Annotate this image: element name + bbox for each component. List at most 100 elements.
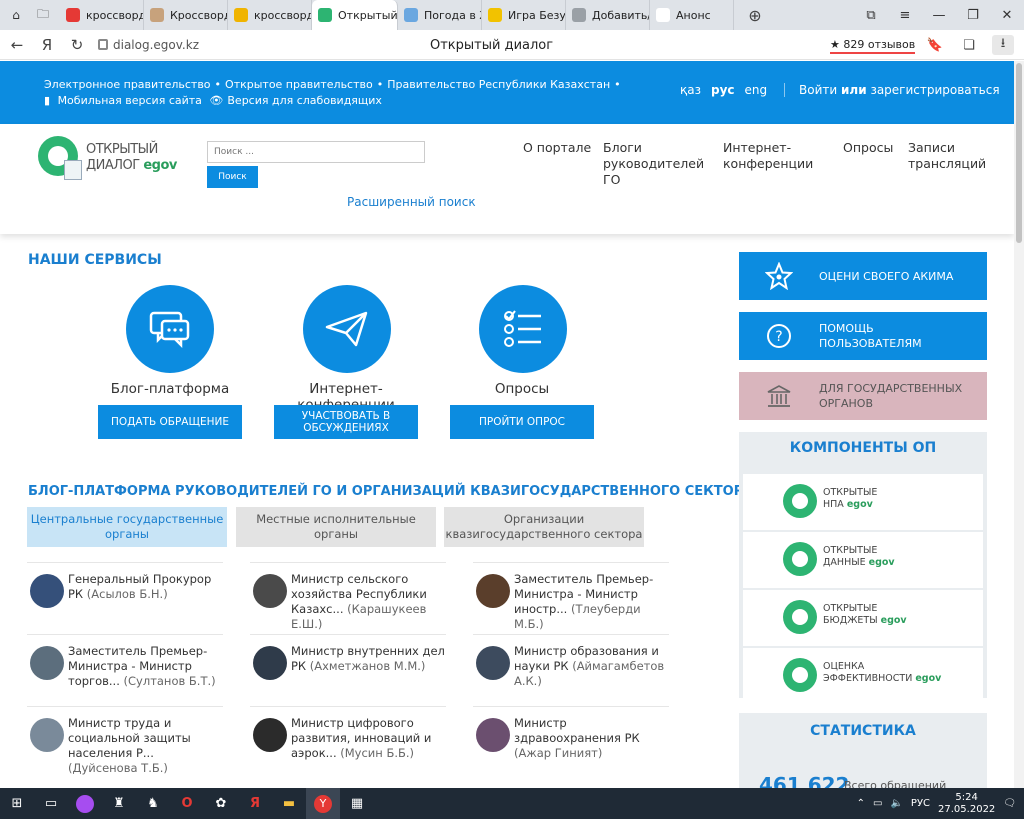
lang-kaz[interactable]: қаз	[680, 83, 701, 97]
chat-icon[interactable]	[126, 285, 214, 373]
gov-bodies-button[interactable]: ДЛЯ ГОСУДАРСТВЕННЫХ ОРГАНОВ	[739, 372, 987, 420]
advanced-search-link[interactable]: Расширенный поиск	[347, 195, 476, 209]
person-card[interactable]: Министр здравоохранения РК (Ажар Гиният)	[473, 706, 669, 761]
person-card[interactable]: Министр внутренних дел РК (Ахметжанов М.…	[250, 634, 446, 680]
browser-tab[interactable]: Игра Безум	[482, 0, 566, 30]
minimize-icon[interactable]: —	[922, 8, 956, 23]
component-egov: egov	[846, 499, 873, 510]
app-icon[interactable]: ▦	[340, 788, 374, 819]
component-line2: ДАННЫЕ	[823, 557, 866, 568]
component-link[interactable]: ОТКРЫТЫЕ БЮДЖЕТЫ egov	[743, 590, 983, 646]
tab-favicon-icon	[488, 8, 502, 22]
url-field[interactable]: dialog.egov.kz	[98, 38, 199, 52]
back-icon[interactable]: ←	[4, 36, 30, 54]
task-view-icon[interactable]: ▭	[34, 788, 68, 819]
folder-icon[interactable]: 🗀	[32, 4, 54, 26]
tab-quasi[interactable]: Организации квазигосударственного сектор…	[444, 507, 644, 547]
gov-link[interactable]: Открытое правительство	[225, 78, 373, 91]
help-button[interactable]: ? ПОМОЩЬ ПОЛЬЗОВАТЕЛЯМ	[739, 312, 987, 360]
browser-tab[interactable]: Кроссворды	[144, 0, 228, 30]
person-name: (Ажар Гиният)	[514, 746, 603, 760]
lang-rus[interactable]: рус	[711, 83, 735, 97]
person-card[interactable]: Министр цифрового развития, инноваций и …	[250, 706, 446, 761]
close-icon[interactable]: ✕	[990, 8, 1024, 23]
person-text: Заместитель Премьер-Министра - Министр т…	[68, 644, 223, 689]
component-egov: egov	[880, 615, 907, 626]
site-logo[interactable]: ОТКРЫТЫЙ ДИАЛОГ egov	[38, 136, 188, 184]
browser-tabbar: ⌂ 🗀 кроссвордыКроссвордыкроссвордыОткрыт…	[0, 0, 1024, 30]
menu-icon[interactable]: ≡	[888, 8, 922, 23]
scrollbar-thumb[interactable]	[1016, 63, 1022, 243]
tab-local[interactable]: Местные исполнительные органы	[236, 507, 436, 547]
browser-tab[interactable]: Добавить/у	[566, 0, 650, 30]
explorer-icon[interactable]: ▬	[272, 788, 306, 819]
person-name: (Асылов Б.Н.)	[86, 587, 168, 601]
component-link[interactable]: ОТКРЫТЫЕ НПА egov	[743, 474, 983, 530]
tabs-icon[interactable]: ⧉	[854, 8, 888, 23]
chevron-up-icon[interactable]: ⌃	[857, 798, 865, 809]
tab-central[interactable]: Центральные государственные органы	[27, 507, 227, 547]
phone-icon: ▮	[44, 94, 51, 107]
browser-tab[interactable]: Анонс	[650, 0, 734, 30]
nav-broadcasts[interactable]: Записи трансляций	[908, 140, 988, 172]
component-link[interactable]: ОЦЕНКА ЭФФЕКТИВНОСТИ egov	[743, 648, 983, 704]
yandex-taskbar-icon[interactable]: Я	[238, 788, 272, 819]
nav-blogs[interactable]: Блоги руководителей ГО	[603, 140, 704, 188]
lang-eng[interactable]: eng	[745, 83, 768, 97]
browser-tab[interactable]: Погода в Ж	[398, 0, 482, 30]
game-app-icon[interactable]: ♜	[102, 788, 136, 819]
network-icon[interactable]: ▭	[873, 798, 882, 809]
restore-icon[interactable]: ❐	[956, 8, 990, 23]
search-input[interactable]	[207, 141, 425, 163]
page-scrollbar[interactable]	[1014, 61, 1024, 788]
gov-link[interactable]: Правительство Республики Казахстан	[387, 78, 610, 91]
bookmark-icon[interactable]: 🔖	[924, 35, 946, 55]
participate-discussions-button[interactable]: УЧАСТВОВАТЬ В ОБСУЖДЕНИЯХ	[274, 405, 418, 439]
opera-icon[interactable]: O	[170, 788, 204, 819]
browser-tab[interactable]: кроссворды	[60, 0, 144, 30]
person-card[interactable]: Генеральный Прокурор РК (Асылов Б.Н.)	[27, 562, 223, 608]
new-tab-button[interactable]: ⊕	[742, 4, 768, 26]
alice-icon[interactable]	[68, 788, 102, 819]
film-icon[interactable]: ✿	[204, 788, 238, 819]
avatar	[476, 574, 510, 608]
logo-text-1: ОТКРЫТЫЙ	[86, 142, 158, 157]
yandex-home-icon[interactable]: ⌂	[5, 4, 27, 26]
accessible-version-link[interactable]: Версия для слабовидящих	[227, 94, 382, 107]
windows-taskbar: ⊞ ▭ ♜ ♞ O ✿ Я ▬ Y ▦ ⌃ ▭ 🔈 РУС 5:24 27.05…	[0, 788, 1024, 819]
browser-tab[interactable]: кроссворды	[228, 0, 312, 30]
windows-start-icon[interactable]: ⊞	[0, 788, 34, 819]
nav-conferences[interactable]: Интернет-конференции	[723, 140, 813, 172]
nav-about[interactable]: О портале	[523, 140, 603, 156]
reviews-badge[interactable]: ★ 829 отзывов	[830, 38, 916, 54]
mobile-version-link[interactable]: Мобильная версия сайта	[58, 94, 202, 107]
game-app-2-icon[interactable]: ♞	[136, 788, 170, 819]
volume-icon[interactable]: 🔈	[890, 798, 902, 809]
reload-icon[interactable]: ↻	[64, 36, 90, 54]
person-card[interactable]: Министр сельского хозяйства Республики К…	[250, 562, 446, 632]
checklist-icon[interactable]	[479, 285, 567, 373]
clock[interactable]: 5:24 27.05.2022	[938, 792, 995, 816]
paper-plane-icon[interactable]	[303, 285, 391, 373]
login-link[interactable]: Войти	[799, 83, 837, 97]
register-link[interactable]: зарегистрироваться	[870, 83, 999, 97]
component-link[interactable]: ОТКРЫТЫЕ ДАННЫЕ egov	[743, 532, 983, 588]
input-language[interactable]: РУС	[911, 798, 930, 809]
notifications-icon[interactable]: 🗨	[1003, 798, 1016, 809]
rate-akim-button[interactable]: ОЦЕНИ СВОЕГО АКИМА	[739, 252, 987, 300]
person-card[interactable]: Министр образования и науки РК (Аймагамб…	[473, 634, 669, 689]
person-card[interactable]: Заместитель Премьер-Министра - Министр и…	[473, 562, 669, 632]
system-tray: ⌃ ▭ 🔈 РУС 5:24 27.05.2022 🗨	[857, 792, 1024, 816]
person-card[interactable]: Заместитель Премьер-Министра - Министр т…	[27, 634, 223, 689]
nav-polls[interactable]: Опросы	[843, 140, 903, 156]
take-poll-button[interactable]: ПРОЙТИ ОПРОС	[450, 405, 594, 439]
download-icon[interactable]: ⭳	[992, 35, 1014, 55]
gov-link[interactable]: Электронное правительство	[44, 78, 211, 91]
search-button[interactable]: Поиск	[207, 166, 258, 188]
collections-icon[interactable]: ❏	[958, 35, 980, 55]
yandex-browser-icon[interactable]: Y	[306, 788, 340, 819]
person-card[interactable]: Министр труда и социальной защиты населе…	[27, 706, 223, 776]
submit-appeal-button[interactable]: ПОДАТЬ ОБРАЩЕНИЕ	[98, 405, 242, 439]
browser-tab[interactable]: Открытый✕	[312, 0, 398, 30]
yandex-icon[interactable]: Я	[34, 36, 60, 54]
